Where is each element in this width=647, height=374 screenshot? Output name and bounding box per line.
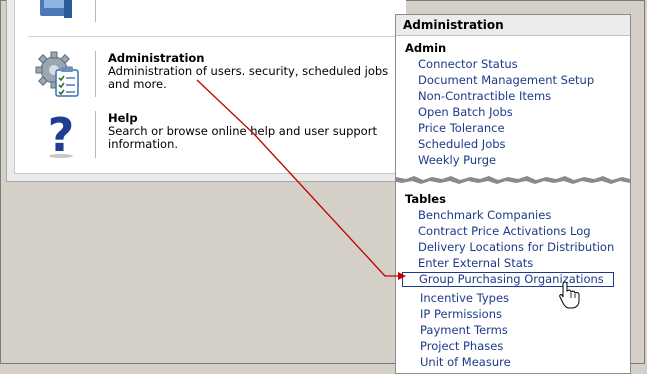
svg-text:?: ?: [48, 110, 75, 158]
menu-link-connector-status[interactable]: Connector Status: [418, 57, 518, 71]
menu-link-open-batch-jobs[interactable]: Open Batch Jobs: [418, 105, 513, 119]
menu-link-benchmark-companies[interactable]: Benchmark Companies: [418, 208, 551, 222]
section-title-admin: Admin: [405, 41, 447, 55]
menu-link-enter-external-stats[interactable]: Enter External Stats: [418, 256, 533, 270]
administration-menu: Administration Admin Connector Status Do…: [395, 14, 631, 374]
menu-link-price-tolerance[interactable]: Price Tolerance: [418, 121, 505, 135]
menu-link-incentive-types[interactable]: Incentive Types: [420, 291, 509, 305]
menu-link-non-contractible-items[interactable]: Non-Contractible Items: [418, 89, 551, 103]
menu-link-group-purchasing-organizations[interactable]: Group Purchasing Organizations: [402, 272, 614, 287]
admin-gear-checklist-icon[interactable]: [34, 50, 84, 100]
menu-link-payment-terms[interactable]: Payment Terms: [420, 323, 508, 337]
help-item-title[interactable]: Help: [108, 111, 138, 125]
menu-header: Administration: [396, 15, 630, 36]
admin-item-title[interactable]: Administration: [108, 51, 205, 65]
separator: [28, 36, 406, 37]
divider: [95, 51, 96, 97]
menu-link-ip-permissions[interactable]: IP Permissions: [420, 307, 502, 321]
divider: [95, 111, 96, 158]
menu-link-project-phases[interactable]: Project Phases: [420, 339, 503, 353]
menu-link-contract-price-activations-log[interactable]: Contract Price Activations Log: [418, 224, 591, 238]
menu-link-scheduled-jobs[interactable]: Scheduled Jobs: [418, 137, 506, 151]
torn-edge-divider: [396, 176, 630, 184]
menu-link-weekly-purge[interactable]: Weekly Purge: [418, 153, 496, 167]
divider: [95, 0, 96, 22]
section-title-tables: Tables: [405, 192, 446, 206]
admin-item-description: Administration of users. security, sched…: [108, 64, 389, 91]
partial-top-item-icon[interactable]: [38, 0, 78, 20]
menu-link-delivery-locations-for-distribution[interactable]: Delivery Locations for Distribution: [418, 240, 614, 254]
menu-link-unit-of-measure[interactable]: Unit of Measure: [420, 355, 511, 369]
help-question-icon[interactable]: ?: [44, 108, 78, 162]
menu-link-document-management-setup[interactable]: Document Management Setup: [418, 73, 594, 87]
help-item-description: Search or browse online help and user su…: [108, 124, 377, 151]
